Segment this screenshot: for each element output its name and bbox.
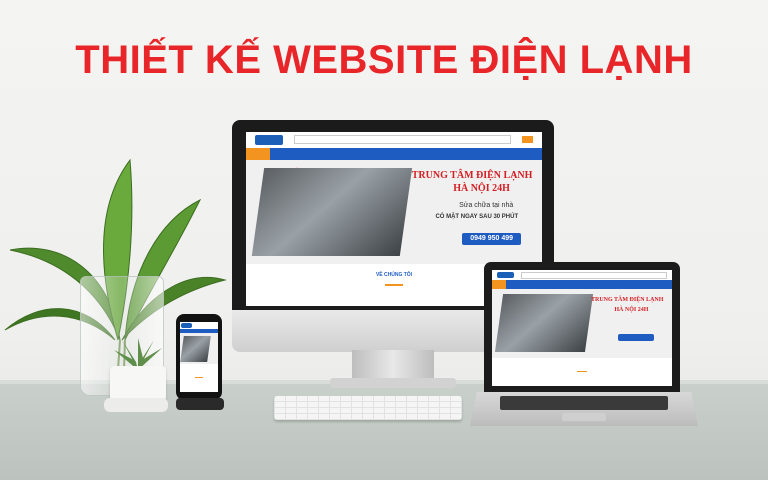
laptop-about-divider bbox=[576, 371, 588, 373]
phone-site-body bbox=[180, 363, 218, 392]
site-search-input[interactable] bbox=[293, 135, 511, 145]
laptop-trackpad bbox=[562, 413, 606, 421]
site-nav-active-tab[interactable] bbox=[246, 147, 270, 160]
laptop-hero-title-1: TRUNG TÂM ĐIỆN LẠNH bbox=[591, 296, 664, 303]
laptop-screen: TRUNG TÂM ĐIỆN LẠNH HÀ NỘI 24H bbox=[492, 270, 672, 386]
laptop-keyboard bbox=[500, 396, 668, 410]
plant-saucer bbox=[104, 398, 168, 412]
about-divider bbox=[385, 284, 403, 286]
laptop-site-header bbox=[492, 270, 672, 281]
laptop-site-hero: TRUNG TÂM ĐIỆN LẠNH HÀ NỘI 24H bbox=[492, 288, 672, 359]
laptop-site-search-input[interactable] bbox=[521, 271, 667, 279]
site-header bbox=[246, 132, 542, 148]
technician-photo bbox=[251, 168, 412, 256]
laptop-hero-title-2: HÀ NỘI 24H bbox=[614, 306, 649, 313]
hero-title-2: HÀ NỘI 24H bbox=[453, 182, 510, 194]
laptop-site-nav-active-tab[interactable] bbox=[492, 280, 507, 289]
site-logo-icon bbox=[254, 135, 283, 145]
hero-subtitle-2: CÓ MẶT NGAY SAU 30 PHÚT bbox=[435, 214, 519, 221]
laptop-site-logo-icon bbox=[497, 272, 515, 279]
phone-hero-photo bbox=[180, 335, 210, 362]
keyboard bbox=[274, 396, 462, 420]
hero-title-1: TRUNG TÂM ĐIỆN LẠNH bbox=[411, 170, 533, 182]
page-title: THIẾT KẾ WEBSITE ĐIỆN LẠNH bbox=[75, 38, 693, 82]
laptop-technician-photo bbox=[495, 294, 594, 353]
phone-screen bbox=[180, 322, 218, 392]
monitor-foot bbox=[330, 378, 456, 388]
hotline-button[interactable]: 0949 950 499 bbox=[462, 232, 522, 246]
site-nav-bar bbox=[246, 147, 542, 160]
phone-site-logo-icon bbox=[181, 323, 192, 328]
phone-site-hero bbox=[180, 333, 218, 364]
phone-divider bbox=[195, 377, 203, 379]
site-search-button[interactable] bbox=[522, 136, 534, 144]
phone-site-header bbox=[180, 322, 218, 329]
laptop-site-about bbox=[492, 358, 672, 386]
phone-stand bbox=[176, 398, 224, 410]
laptop-site-nav bbox=[492, 280, 672, 289]
site-hero: TRUNG TÂM ĐIỆN LẠNH HÀ NỘI 24H Sửa chữa … bbox=[246, 159, 542, 265]
laptop-hotline-button[interactable] bbox=[618, 334, 654, 342]
hero-subtitle-1: Sửa chữa tại nhà bbox=[459, 201, 514, 209]
